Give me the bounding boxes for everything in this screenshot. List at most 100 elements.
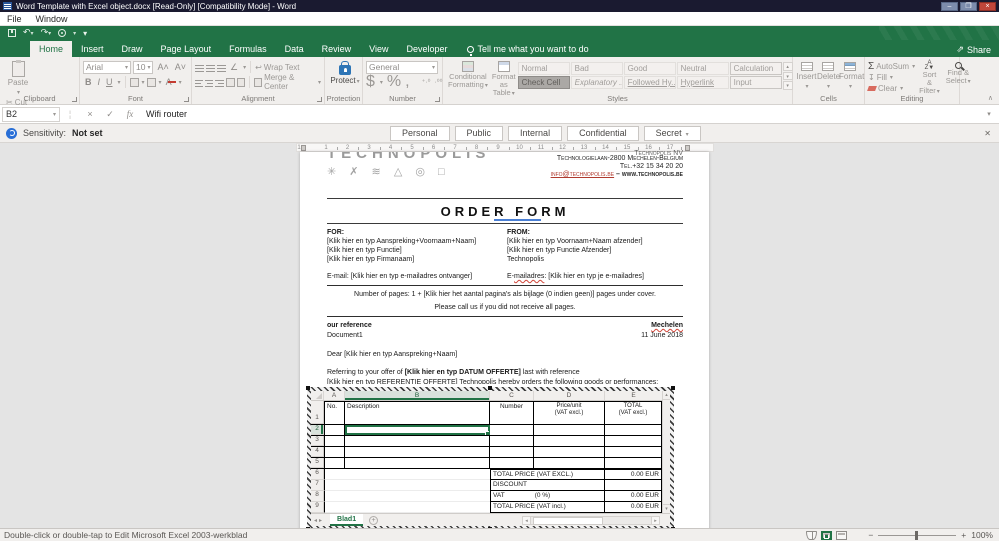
enter-entry-icon[interactable]: ✓: [100, 109, 120, 120]
tell-me-box[interactable]: Tell me what you want to do: [457, 41, 599, 57]
increase-indent-icon[interactable]: [236, 77, 245, 87]
cell-c5[interactable]: [490, 458, 534, 468]
company-email-link[interactable]: info@technopolis.be: [551, 171, 615, 178]
style-normal[interactable]: Normal: [517, 62, 570, 75]
cell-vat-value[interactable]: 0.00 EUR: [605, 491, 662, 502]
italic-button[interactable]: I: [96, 77, 103, 87]
collapse-ribbon-icon[interactable]: ∧: [988, 94, 993, 102]
cell-e3[interactable]: [605, 436, 662, 446]
tab-draw[interactable]: Draw: [113, 41, 152, 57]
from-line[interactable]: [Klik hier en typ Voornaam+Naam afzender…: [507, 237, 683, 246]
cell-discount-value[interactable]: [605, 480, 662, 491]
style-explanatory-[interactable]: Explanatory ...: [570, 76, 623, 89]
row-header-9[interactable]: 9: [311, 502, 324, 513]
row-header-2[interactable]: 2: [311, 425, 324, 435]
cell-a3[interactable]: [324, 436, 345, 446]
excel-vertical-scrollbar[interactable]: ▴ ▾: [662, 391, 670, 513]
column-header-d[interactable]: D: [534, 391, 605, 400]
redo-icon[interactable]: ↷▾: [41, 27, 52, 39]
align-bottom-icon[interactable]: [217, 63, 226, 72]
decrease-indent-icon[interactable]: [226, 77, 235, 87]
menu-file[interactable]: File: [7, 14, 22, 24]
format-cells-button[interactable]: Format ▾: [839, 59, 864, 93]
shrink-font-icon[interactable]: A˅: [173, 62, 188, 72]
resize-handle[interactable]: [671, 386, 675, 390]
cell-d4[interactable]: [534, 447, 605, 457]
for-line[interactable]: [Klik hier en typ Functie]: [327, 246, 507, 255]
column-header-a[interactable]: A: [324, 391, 345, 400]
align-center-icon[interactable]: [205, 78, 214, 87]
number-format-select[interactable]: General ▾: [366, 60, 438, 74]
style-hyperlink[interactable]: Hyperlink: [676, 76, 729, 89]
decrease-decimal-icon[interactable]: ·⁰⁰: [434, 78, 442, 86]
row-header-7[interactable]: 7: [311, 480, 324, 491]
row-header-4[interactable]: 4: [311, 447, 324, 457]
close-button[interactable]: ×: [979, 1, 996, 11]
new-sheet-icon[interactable]: +: [369, 515, 379, 525]
number-dialog-launcher-icon[interactable]: [435, 97, 440, 102]
style-check-cell[interactable]: Check Cell: [517, 76, 570, 89]
document-page[interactable]: TECHNOPOLIS ✳ ✗ ≋ △ ◎ □ Technopolis NV T…: [300, 150, 709, 528]
insert-cells-button[interactable]: Insert ▾: [796, 59, 817, 93]
embedded-excel-object[interactable]: A B C D E 1 No. Description Number Price…: [306, 386, 675, 528]
cell-total-incl-label[interactable]: TOTAL PRICE (VAT incl.): [490, 502, 605, 513]
tab-formulas[interactable]: Formulas: [220, 41, 276, 57]
for-line[interactable]: [Klik hier en typ Firmanaam]: [327, 255, 507, 264]
row-header-5[interactable]: 5: [311, 458, 324, 468]
cell-d5[interactable]: [534, 458, 605, 468]
print-layout-icon[interactable]: [821, 530, 832, 540]
cell-b5[interactable]: [345, 458, 490, 468]
cell-d1[interactable]: Price/unit (VAT excl.): [534, 401, 605, 424]
tab-home[interactable]: Home: [30, 41, 73, 57]
cell-c1[interactable]: Number: [490, 401, 534, 424]
sensitivity-button-personal[interactable]: Personal: [390, 125, 450, 141]
style-bad[interactable]: Bad: [570, 62, 623, 75]
for-email-line[interactable]: E-mail: [Klik hier en typ e-mailadres on…: [327, 272, 507, 281]
formula-input[interactable]: Wifi router: [140, 109, 979, 119]
sensitivity-close-icon[interactable]: ✕: [984, 129, 991, 138]
conditional-formatting-button[interactable]: Conditional Formatting▾: [446, 59, 490, 93]
merge-center-icon[interactable]: [253, 77, 263, 87]
scroll-right-icon[interactable]: ▸: [651, 515, 660, 525]
sensitivity-dropdown-icon[interactable]: ▾: [686, 132, 689, 138]
styles-more-icon[interactable]: ▾: [782, 81, 793, 90]
cell-e4[interactable]: [605, 447, 662, 457]
percent-style-icon[interactable]: %: [387, 73, 401, 91]
tab-data[interactable]: Data: [276, 41, 313, 57]
fill-color-icon[interactable]: [146, 77, 156, 87]
row-header-3[interactable]: 3: [311, 436, 324, 446]
increase-decimal-icon[interactable]: ⁺·⁰: [422, 78, 431, 86]
style-neutral[interactable]: Neutral: [676, 62, 729, 75]
cell-e5[interactable]: [605, 458, 662, 468]
cell-c4[interactable]: [490, 447, 534, 457]
right-indent-marker[interactable]: [685, 145, 690, 151]
row-header-8[interactable]: 8: [311, 491, 324, 502]
resize-handle[interactable]: [306, 386, 310, 390]
cell-a2[interactable]: [324, 425, 345, 435]
column-header-b[interactable]: B: [345, 391, 490, 400]
cell-d3[interactable]: [534, 436, 605, 446]
cell-total-excl-label[interactable]: TOTAL PRICE (VAT EXCL.): [490, 469, 605, 480]
cell-discount-label[interactable]: DISCOUNT: [490, 480, 605, 491]
delete-cells-button[interactable]: Delete ▾: [817, 59, 840, 93]
restore-button[interactable]: ❐: [960, 1, 977, 11]
grow-font-icon[interactable]: A˄: [155, 62, 170, 72]
font-dialog-launcher-icon[interactable]: [184, 97, 189, 102]
column-header-e[interactable]: E: [605, 391, 662, 400]
scroll-up-icon[interactable]: ▴: [663, 391, 670, 400]
read-mode-icon[interactable]: [806, 530, 817, 540]
sheet-tab-blad1[interactable]: Blad1: [330, 514, 364, 526]
minimize-button[interactable]: –: [941, 1, 958, 11]
cell-vat-label[interactable]: VAT (0 %): [490, 491, 605, 502]
cell-d2[interactable]: [534, 425, 605, 435]
format-as-table-button[interactable]: Format as Table▾: [490, 59, 518, 97]
underline-button[interactable]: U: [104, 77, 115, 87]
excel-horizontal-scrollbar[interactable]: ◂ ▸: [522, 515, 660, 525]
cell-c2[interactable]: [490, 425, 534, 435]
merge-center-button[interactable]: Merge & Center: [264, 73, 315, 91]
cell-e1[interactable]: TOTAL (VAT excl.): [605, 401, 662, 424]
tab-review[interactable]: Review: [313, 41, 361, 57]
sensitivity-button-internal[interactable]: Internal: [508, 125, 563, 141]
touch-mode-icon[interactable]: [58, 29, 67, 37]
style-input[interactable]: Input: [729, 76, 782, 89]
